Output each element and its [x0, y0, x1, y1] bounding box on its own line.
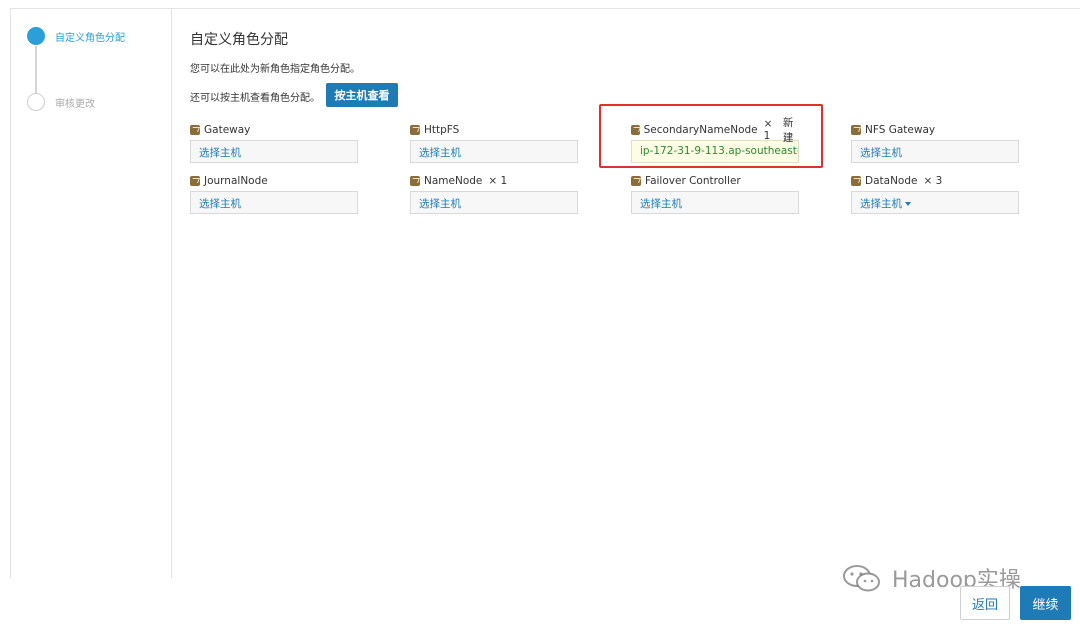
step-label: 自定义角色分配 — [55, 32, 125, 44]
step-label: 审核更改 — [55, 98, 95, 110]
host-selector[interactable]: 选择主机 — [190, 140, 358, 163]
role-journalnode: JournalNode 选择主机 — [190, 174, 360, 214]
role-icon — [851, 176, 861, 186]
wizard-frame: 自定义角色分配 审核更改 自定义角色分配 您可以在此处为新角色指定角色分配。 还… — [10, 8, 1080, 578]
role-name: Failover Controller — [645, 175, 741, 187]
role-count: × 1 — [488, 175, 508, 187]
host-selector-label: 选择主机 — [860, 198, 902, 210]
role-name: JournalNode — [204, 175, 268, 187]
role-namenode: NameNode × 1 选择主机 — [410, 174, 580, 214]
role-icon — [410, 125, 420, 135]
role-httpfs: HttpFS 选择主机 — [410, 123, 580, 163]
role-name: NFS Gateway — [865, 124, 936, 136]
page-description: 您可以在此处为新角色指定角色分配。 — [190, 64, 360, 75]
host-selector[interactable]: 选择主机 — [851, 140, 1019, 163]
page-title: 自定义角色分配 — [190, 32, 288, 48]
wechat-icon — [843, 565, 880, 592]
step-connector — [35, 46, 37, 94]
role-name: NameNode — [424, 175, 483, 187]
role-count: × 3 — [923, 175, 943, 187]
role-nfs-gateway: NFS Gateway 选择主机 — [851, 123, 1021, 163]
role-icon — [851, 125, 861, 135]
role-icon — [190, 125, 200, 135]
role-icon — [190, 176, 200, 186]
continue-button[interactable]: 继续 — [1020, 586, 1071, 620]
role-icon — [631, 176, 641, 186]
back-button[interactable]: 返回 — [960, 586, 1010, 620]
host-selector[interactable]: 选择主机 — [631, 191, 799, 214]
role-icon — [410, 176, 420, 186]
role-name: DataNode — [865, 175, 918, 187]
role-failover-controller: Failover Controller 选择主机 — [631, 174, 801, 214]
wizard-sidebar: 自定义角色分配 审核更改 — [11, 9, 172, 578]
caret-down-icon — [905, 202, 911, 206]
host-selector[interactable]: 选择主机 — [190, 191, 358, 214]
host-selector[interactable]: 选择主机 — [410, 140, 578, 163]
view-by-host-hint: 还可以按主机查看角色分配。 — [190, 93, 320, 104]
role-datanode: DataNode × 3 选择主机 — [851, 174, 1021, 214]
role-gateway: Gateway 选择主机 — [190, 123, 360, 163]
step-custom-role-assignment[interactable]: 自定义角色分配 — [27, 27, 125, 45]
host-selector[interactable]: 选择主机 — [410, 191, 578, 214]
view-by-host-button[interactable]: 按主机查看 — [326, 83, 398, 107]
role-name: HttpFS — [424, 124, 460, 136]
step-active-icon — [27, 27, 45, 45]
step-inactive-icon — [27, 93, 45, 111]
step-review-changes[interactable]: 审核更改 — [27, 93, 95, 111]
annotation-highlight-box — [599, 104, 823, 168]
main-content: 自定义角色分配 您可以在此处为新角色指定角色分配。 还可以按主机查看角色分配。 … — [190, 9, 1080, 578]
host-selector-dropdown[interactable]: 选择主机 — [851, 191, 1019, 214]
role-name: Gateway — [204, 124, 251, 136]
